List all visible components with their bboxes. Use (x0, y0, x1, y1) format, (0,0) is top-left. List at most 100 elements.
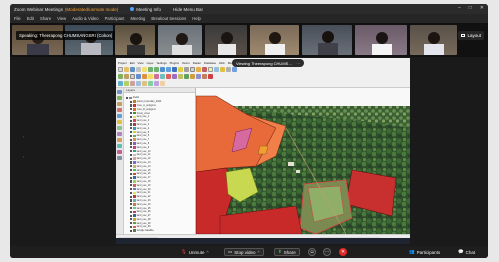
side-tool-icon[interactable] (117, 120, 122, 124)
minimize-button[interactable]: – (458, 5, 461, 11)
side-tool-icon[interactable] (117, 126, 122, 130)
side-tool-icon[interactable] (117, 138, 122, 142)
layer-visibility-checkbox[interactable] (130, 157, 133, 160)
union-icon[interactable] (148, 81, 153, 86)
video-tile[interactable] (205, 25, 247, 55)
layer-visibility-checkbox[interactable] (130, 165, 133, 168)
layout-button[interactable]: Layout (458, 31, 484, 40)
layer-item[interactable]: Google Satellite (126, 229, 194, 233)
menu-breakout[interactable]: Breakout Sessions (151, 16, 186, 21)
video-tile[interactable] (302, 25, 352, 55)
qgis-menu-item[interactable]: Plugins (170, 61, 179, 65)
layer-visibility-checkbox[interactable] (130, 127, 133, 130)
rotate-icon[interactable] (196, 74, 201, 79)
refresh-icon[interactable] (166, 67, 171, 72)
chevron-up-icon[interactable]: ^ (258, 250, 260, 255)
menu-help[interactable]: Help (192, 16, 201, 21)
buffer-icon[interactable] (124, 81, 129, 86)
layer-visibility-checkbox[interactable] (130, 100, 133, 103)
layer-visibility-checkbox[interactable] (130, 225, 133, 229)
menu-meeting[interactable]: Meeting (130, 16, 145, 21)
maximize-button[interactable]: □ (469, 5, 472, 11)
qgis-menu-item[interactable]: Project (118, 61, 127, 65)
layer-visibility-checkbox[interactable] (130, 187, 133, 191)
end-meeting-button[interactable]: ✕ (339, 248, 347, 256)
layer-visibility-checkbox[interactable] (130, 161, 133, 164)
delete-icon[interactable] (208, 74, 213, 79)
add-csv-icon[interactable] (130, 74, 135, 79)
chevron-up-icon[interactable]: ^ (206, 250, 208, 255)
chat-button[interactable]: 💬 Chat (455, 248, 478, 256)
qgis-menu-item[interactable]: Database (204, 61, 216, 65)
side-tool-icon[interactable] (117, 96, 122, 100)
snap-icon[interactable] (172, 74, 177, 79)
layer-visibility-checkbox[interactable] (130, 138, 133, 141)
side-tool-icon[interactable] (117, 150, 122, 154)
layer-visibility-checkbox[interactable] (130, 222, 133, 225)
python-icon[interactable] (220, 67, 225, 72)
video-tile[interactable] (158, 25, 202, 55)
close-button[interactable]: ✕ (480, 5, 484, 11)
menu-file[interactable]: File (14, 16, 21, 21)
stop-video-button[interactable]: ▭ Stop video ^ (224, 248, 264, 256)
menu-share[interactable]: Share (40, 16, 51, 21)
layer-visibility-checkbox[interactable] (130, 180, 133, 183)
video-tile[interactable] (65, 25, 113, 55)
polygon-small-orange[interactable] (257, 145, 269, 155)
side-tool-icon[interactable] (117, 132, 122, 136)
layer-visibility-checkbox[interactable] (130, 172, 133, 175)
layer-visibility-checkbox[interactable] (130, 119, 133, 122)
participants-button[interactable]: 👥 Participants (406, 248, 443, 256)
select-icon[interactable] (178, 67, 183, 72)
more-icon[interactable]: ··· (296, 61, 300, 66)
layer-visibility-checkbox[interactable] (130, 195, 133, 198)
layer-visibility-checkbox[interactable] (130, 203, 133, 206)
merge-icon[interactable] (190, 74, 195, 79)
map-tips-icon[interactable] (160, 81, 165, 86)
reactions-button[interactable]: ☺ (308, 248, 316, 256)
layer-visibility-checkbox[interactable] (130, 210, 133, 213)
qgis-menu-item[interactable]: Vector (182, 61, 190, 65)
unmute-button[interactable]: 🎙 Unmute ^ (178, 248, 212, 256)
attribute-table-icon[interactable] (190, 67, 195, 72)
zoom-full-icon[interactable] (160, 67, 165, 72)
menu-view[interactable]: View (57, 16, 66, 21)
meeting-info-button[interactable]: Meeting Info (130, 7, 161, 12)
layer-visibility-checkbox[interactable] (130, 104, 133, 107)
menu-participant[interactable]: Participant (105, 16, 125, 21)
more-options-button[interactable]: ⋯ (323, 248, 331, 256)
measure-icon[interactable] (184, 67, 189, 72)
layer-visibility-checkbox[interactable] (130, 134, 133, 137)
zoom-out-icon[interactable] (154, 67, 159, 72)
zoom-in-icon[interactable] (148, 67, 153, 72)
add-layer-icon[interactable] (142, 74, 147, 79)
new-layer-icon[interactable] (148, 74, 153, 79)
node-icon[interactable] (178, 74, 183, 79)
side-tool-icon[interactable] (117, 102, 122, 106)
share-button[interactable]: ⬆ Share (274, 248, 300, 256)
vertex-icon[interactable] (166, 74, 171, 79)
dissolve-icon[interactable] (136, 81, 141, 86)
open-icon[interactable] (124, 67, 129, 72)
qgis-menu-item[interactable]: Web (219, 61, 225, 65)
layer-visibility-checkbox[interactable] (130, 184, 133, 187)
save-icon[interactable] (130, 67, 135, 72)
hide-menu-bar-button[interactable]: Hide Menu Bar (173, 7, 203, 12)
layer-visibility-checkbox[interactable] (130, 123, 133, 126)
qgis-menu-item[interactable]: Raster (193, 61, 201, 65)
layer-visibility-checkbox[interactable] (130, 214, 133, 217)
pan-icon[interactable] (142, 67, 147, 72)
layer-visibility-checkbox[interactable] (130, 176, 133, 179)
layer-visibility-checkbox[interactable] (130, 115, 133, 118)
side-tool-icon[interactable] (117, 108, 122, 112)
menu-edit[interactable]: Edit (27, 16, 34, 21)
processing-icon[interactable] (118, 81, 123, 86)
identify-icon[interactable] (172, 67, 177, 72)
filter-icon[interactable] (160, 74, 165, 79)
layer-visibility-checkbox[interactable] (130, 218, 133, 221)
qgis-menu-item[interactable]: Edit (130, 61, 135, 65)
video-tile[interactable] (355, 25, 407, 55)
side-tool-icon[interactable] (117, 156, 122, 160)
layer-visibility-checkbox[interactable] (130, 146, 133, 149)
video-tile[interactable] (115, 25, 155, 55)
